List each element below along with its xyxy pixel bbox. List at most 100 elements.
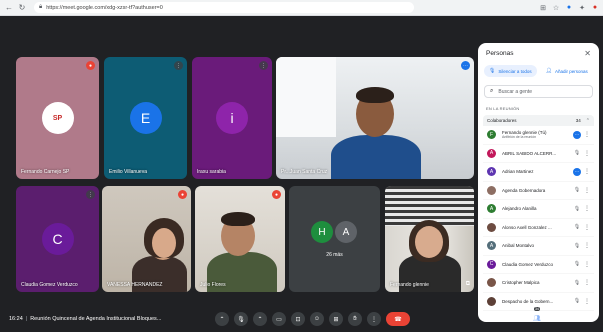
closed-caption-icon: ⊡ [295,316,301,323]
close-icon[interactable]: ✕ [584,49,591,58]
participant-row[interactable]: A Adrian Martinez ⋯ ⋮ [483,163,594,182]
chevron-up-icon: ⌃ [585,117,590,124]
info-icon: ⓘ [515,316,522,323]
host-controls-button[interactable]: 🔒︎ [585,312,597,324]
more-participants-tile[interactable]: H A 26 más [289,186,380,292]
participant-avatar: C [41,223,74,255]
panel-title: Personas [486,49,514,57]
participant-video-tile[interactable]: Fernando glennie ⧉ [385,186,474,292]
window-background [276,57,336,137]
participant-row[interactable]: Agenda Gobernadora 🎙︎ ⋮ [483,182,594,200]
mute-all-button[interactable]: 🎙︎ Silenciar a todos [484,65,537,77]
participant-tile[interactable]: SP ● Fernando Carnejo SP [16,57,99,179]
reload-icon[interactable]: ↻ [17,3,27,13]
camera-button[interactable]: ▭ [272,312,286,326]
more-vert-icon[interactable]: ⋮ [584,150,590,157]
speaking-indicator-icon: ⋯ [573,130,581,139]
more-vert-icon[interactable]: ⋮ [584,224,590,231]
activities-button[interactable]: ⊞ [567,312,579,324]
participant-tile[interactable]: C ⋮ Claudia Gomez Verduzco [16,186,99,292]
add-person-icon: 👤︎ [545,68,552,74]
more-vert-icon[interactable]: ⋮ [584,261,590,268]
more-vert-icon[interactable]: ⋮ [584,168,590,175]
participant-name: Claudia Gomez Verduzco [21,282,78,288]
extensions-icon[interactable]: ⊞ [539,4,547,12]
raise-hand-button[interactable]: ✋︎ [348,312,362,326]
participant-avatar: i [216,102,248,134]
more-vert-icon[interactable]: ⋮ [584,187,590,194]
participant-row[interactable]: A ABRIL SABIDO ALCERR... 🎙︎ ⋮ [483,145,594,163]
participant-tile[interactable]: E ⋮ Emilio Villanueva [104,57,187,179]
camera-options-button[interactable]: ⌃ [253,312,267,326]
mic-off-icon: 🎙︎ [573,187,581,194]
section-label: EN LA REUNIÓN [486,106,520,111]
pin-icon[interactable]: ⧉ [466,281,470,288]
participant-video-tile[interactable]: ● VANESSA HERNANDEZ [102,186,191,292]
extension-g-icon[interactable]: ● [565,4,573,12]
more-vert-icon[interactable]: ⋮ [584,131,590,138]
leave-call-button[interactable]: ☎︎ [386,312,410,326]
more-options-button[interactable]: ⋮ [367,312,381,326]
person-hair [356,87,394,103]
meeting-details-button[interactable]: ⓘ [513,312,525,324]
activities-icon: ⊞ [570,315,576,322]
participant-avatar [487,222,496,232]
star-icon[interactable]: ☆ [552,4,560,12]
profile-icon[interactable]: ● [591,4,599,12]
mic-off-icon: 🎙︎ [573,279,581,286]
raise-hand-icon: ✋︎ [353,315,357,322]
meeting-info: 16:24 | Reunión Quincenal de Agenda Instit… [9,316,162,322]
puzzle-icon[interactable]: ✦ [578,4,586,12]
mic-off-icon: 🎙︎ [573,298,581,305]
participant-name: Agenda Gobernadora [502,187,546,193]
participant-row[interactable]: A Alejandro Alanilla 🎙︎ ⋮ [483,200,594,219]
more-vert-icon[interactable]: ⋮ [584,205,590,212]
present-button[interactable]: ⊞ [329,312,343,326]
browser-toolbar: ← ↻ 🔒︎ https://meet.google.com/xdg-xzsr-… [0,0,603,16]
mic-button[interactable]: 🎙︎ [234,312,248,326]
people-count-badge: 34 [534,307,540,311]
collaborators-group-header[interactable]: Colaboradores 34 ⌃ [483,115,594,126]
participant-video-tile[interactable]: ⋯ Pr...Juan Santa Cruz [276,57,474,179]
participant-name: Adrian Martinez [502,169,534,175]
more-vert-icon[interactable]: ⋮ [584,242,590,249]
chat-button[interactable]: ▤ [549,312,561,324]
participant-name: Fernando Carnejo SP [21,169,70,175]
mic-icon: ⋮ [174,61,183,70]
participant-row[interactable]: F Fernando glennie (Tú) Anfitrión de la re… [483,126,594,145]
participant-name: Pr...Juan Santa Cruz [281,169,328,175]
meeting-time: 16:24 [9,316,23,322]
back-icon[interactable]: ← [4,3,14,13]
people-panel: Personas ✕ 🎙︎ Silenciar a todos 👤︎ Añadir … [478,43,599,322]
meeting-stage: SP ● Fernando Carnejo SP E ⋮ Emilio Vill… [0,16,603,332]
search-input[interactable]: ⌕ Buscar a gente [484,85,593,98]
participant-row[interactable]: A Anibal Montalvo 🎙︎ ⋮ [483,237,594,256]
mic-options-button[interactable]: ⌃ [215,312,229,326]
participant-list: F Fernando glennie (Tú) Anfitrión de la re… [483,126,594,311]
participant-row[interactable]: Cristopher Malpica 🎙︎ ⋮ [483,274,594,293]
person-torso [331,135,421,179]
participant-tile[interactable]: i ⋮ Iraxu sarabia [192,57,272,179]
more-vert-icon[interactable]: ⋮ [584,298,590,305]
emoji-button[interactable]: ☺ [310,312,324,326]
people-icon: 👥︎ [533,315,541,322]
mic-off-icon: 🎙︎ [573,261,581,268]
search-icon: ⌕ [490,88,494,94]
mic-off-icon: ● [272,190,281,199]
captions-button[interactable]: ⊡ [291,312,305,326]
participant-row[interactable]: Alonso Axell Gonzalez ... 🎙︎ ⋮ [483,219,594,237]
add-people-button[interactable]: 👤︎ Añadir personas [541,65,593,77]
more-avatar-h: H [311,221,333,243]
url-text: https://meet.google.com/xdg-xzsr-tf?auth… [46,4,163,11]
participant-video-tile[interactable]: ● Julio Flores [195,186,285,292]
more-vert-icon[interactable]: ⋮ [584,279,590,286]
video-camera-icon: ▭ [276,316,282,323]
participant-name: Alejandro Alanilla [502,206,537,212]
mic-icon: ⋮ [259,61,268,70]
address-bar[interactable]: 🔒︎ https://meet.google.com/xdg-xzsr-tf?a… [34,2,414,13]
people-button[interactable]: 👥︎ 34 [531,307,543,324]
person-hair [221,212,255,226]
more-count-label: 26 más [326,252,343,258]
lock-person-icon: 🔒︎ [589,314,593,321]
participant-row[interactable]: C Claudia Gomez Verduzco 🎙︎ ⋮ [483,256,594,274]
